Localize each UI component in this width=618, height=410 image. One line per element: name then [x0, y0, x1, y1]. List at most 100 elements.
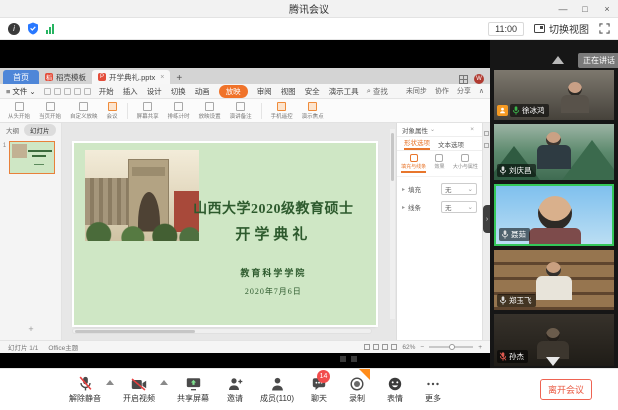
- strip-icon[interactable]: [484, 143, 489, 148]
- video-sidebar: 正在讲话 徐冰鸿 刘庆昌: [490, 40, 618, 368]
- meeting-bottombar: 解除静音 开启视频 共享屏幕: [0, 368, 618, 410]
- host-badge-icon: [497, 105, 508, 116]
- slides-tab[interactable]: 幻灯片: [24, 124, 56, 136]
- show-settings-icon: [205, 102, 214, 111]
- video-tile-1[interactable]: 徐冰鸿: [494, 70, 614, 120]
- ribbon-rehearse[interactable]: 排练计时: [168, 102, 190, 120]
- zoom-out-button[interactable]: −: [420, 344, 424, 351]
- size-properties-icon[interactable]: 大小与属性: [453, 154, 478, 170]
- ribbon-speaker-notes[interactable]: 演讲备注: [230, 102, 252, 120]
- file-menu-button[interactable]: ≡ 文件 ⌄: [6, 86, 36, 97]
- leave-meeting-button[interactable]: 离开会议: [540, 379, 592, 400]
- chat-unread-badge: 14: [317, 370, 330, 383]
- record-button[interactable]: 录制: [338, 376, 376, 404]
- wps-document-tab[interactable]: P 开学典礼.pptx ×: [92, 70, 170, 84]
- unmute-button[interactable]: 解除静音: [62, 376, 108, 404]
- ribbon-presenter-focus[interactable]: 演示焦点: [302, 102, 324, 120]
- tab-security[interactable]: 安全: [305, 86, 320, 97]
- chat-button[interactable]: 14 聊天: [300, 376, 338, 404]
- effects-icon[interactable]: 效果: [434, 154, 444, 170]
- tab-animation[interactable]: 动画: [195, 86, 210, 97]
- tab-review[interactable]: 审阅: [257, 86, 272, 97]
- slide-subtitle: 教育科学学院: [174, 266, 373, 279]
- line-row-label: 线条: [408, 202, 421, 212]
- slide-canvas[interactable]: 山西大学2020级教育硕士 开学典礼 教育科学学院 2020年7月6日: [62, 123, 396, 340]
- wps-home-tab[interactable]: 首页: [3, 70, 39, 84]
- app-titlebar: 腾讯会议 — □ ×: [0, 0, 618, 18]
- side-tool-strip: ›: [482, 123, 490, 340]
- slide-title-line2: 开学典礼: [174, 223, 373, 244]
- share-button[interactable]: 分享: [457, 86, 471, 96]
- ribbon-show-settings[interactable]: 放映设置: [199, 102, 221, 120]
- maximize-button[interactable]: □: [574, 0, 596, 18]
- share-screen-button[interactable]: 共享屏幕: [170, 376, 216, 404]
- new-tab-button[interactable]: +: [170, 73, 188, 84]
- quick-access-toolbar[interactable]: [44, 88, 91, 95]
- slide-title-block: 山西大学2020级教育硕士 开学典礼 教育科学学院 2020年7月6日: [174, 198, 373, 297]
- members-icon: [271, 377, 284, 391]
- fill-expand-icon[interactable]: ▸: [402, 186, 405, 193]
- tab-slideshow-active[interactable]: 放映: [219, 85, 248, 98]
- text-options-tab[interactable]: 文本选项: [438, 139, 464, 149]
- start-video-button[interactable]: 开启视频: [116, 376, 162, 404]
- tab-design[interactable]: 设计: [147, 86, 162, 97]
- ribbon-custom-show[interactable]: 自定义放映: [70, 102, 98, 120]
- invite-button[interactable]: 邀请: [216, 376, 254, 404]
- wps-statusbar: 幻灯片 1/1 Office主题 62% − +: [0, 340, 490, 353]
- cloud-sync-status[interactable]: 未同步: [406, 86, 427, 96]
- fill-line-icon[interactable]: 填充与线条: [401, 154, 426, 173]
- participant-name: 聂茹: [511, 229, 526, 240]
- security-shield-icon[interactable]: [27, 22, 39, 35]
- fill-select[interactable]: 无⌄: [441, 183, 477, 195]
- more-button[interactable]: 更多: [414, 376, 452, 404]
- tab-tools[interactable]: 演示工具: [329, 86, 359, 97]
- collapse-ribbon-icon[interactable]: ∧: [479, 87, 484, 95]
- window-controls: — □ ×: [552, 0, 618, 18]
- props-close-icon[interactable]: ×: [470, 126, 477, 133]
- zoom-slider[interactable]: [429, 346, 473, 348]
- video-tile-4[interactable]: 郑玉飞: [494, 250, 614, 310]
- meeting-info-icon[interactable]: i: [8, 23, 20, 35]
- zoom-in-button[interactable]: +: [478, 344, 482, 351]
- shape-options-tab[interactable]: 形状选项: [404, 137, 430, 150]
- ribbon-from-beginning[interactable]: 从头开始: [8, 102, 30, 120]
- ribbon-phone-remote[interactable]: 手机遥控: [271, 102, 293, 120]
- strip-icon[interactable]: [484, 131, 489, 136]
- wps-account-avatar[interactable]: W: [474, 74, 484, 84]
- tab-transition[interactable]: 切换: [171, 86, 186, 97]
- collaborate-button[interactable]: 协作: [435, 86, 449, 96]
- slide-number: 1: [0, 141, 9, 174]
- horizontal-scrollbar[interactable]: [72, 328, 372, 334]
- slide-1[interactable]: 山西大学2020级教育硕士 开学典礼 教育科学学院 2020年7月6日: [74, 143, 376, 325]
- close-button[interactable]: ×: [596, 0, 618, 18]
- view-mode-icons[interactable]: [364, 344, 397, 350]
- workspace-grid-icon[interactable]: [459, 75, 468, 84]
- tab-view[interactable]: 视图: [281, 86, 296, 97]
- participant-name: 孙杰: [509, 351, 524, 362]
- tab-insert[interactable]: 插入: [123, 86, 138, 97]
- tab-start[interactable]: 开始: [99, 86, 114, 97]
- slide-thumbnail-1[interactable]: [9, 141, 55, 174]
- video-tile-2[interactable]: 刘庆昌: [494, 124, 614, 180]
- participant-name: 徐冰鸿: [522, 105, 545, 116]
- outline-tab[interactable]: 大纲: [6, 125, 19, 135]
- find-button[interactable]: ⌕ 查找: [367, 86, 388, 97]
- video-tile-3-active-speaker[interactable]: 聂茹: [494, 184, 614, 246]
- scroll-up-icon[interactable]: [552, 56, 564, 64]
- ribbon-from-current[interactable]: 当页开始: [39, 102, 61, 120]
- emoji-button[interactable]: 表情: [376, 376, 414, 404]
- line-select[interactable]: 无⌄: [441, 201, 477, 213]
- fullscreen-icon[interactable]: [599, 23, 610, 34]
- minimize-button[interactable]: —: [552, 0, 574, 18]
- vertical-scrollbar[interactable]: [390, 129, 395, 319]
- tab-close-icon[interactable]: ×: [160, 74, 164, 81]
- switch-view-button[interactable]: 切换视图: [534, 21, 589, 36]
- add-slide-button[interactable]: +: [0, 324, 62, 334]
- ribbon-screen-share[interactable]: 屏幕共享: [137, 102, 159, 120]
- line-expand-icon[interactable]: ▸: [402, 204, 405, 211]
- wps-docer-tab[interactable]: 稻 稻壳模板: [39, 70, 92, 84]
- members-button[interactable]: 成员(110): [254, 376, 300, 404]
- scroll-down-icon[interactable]: [546, 357, 560, 366]
- invite-person-icon: [228, 377, 243, 391]
- ribbon-meeting[interactable]: 会议: [107, 102, 118, 120]
